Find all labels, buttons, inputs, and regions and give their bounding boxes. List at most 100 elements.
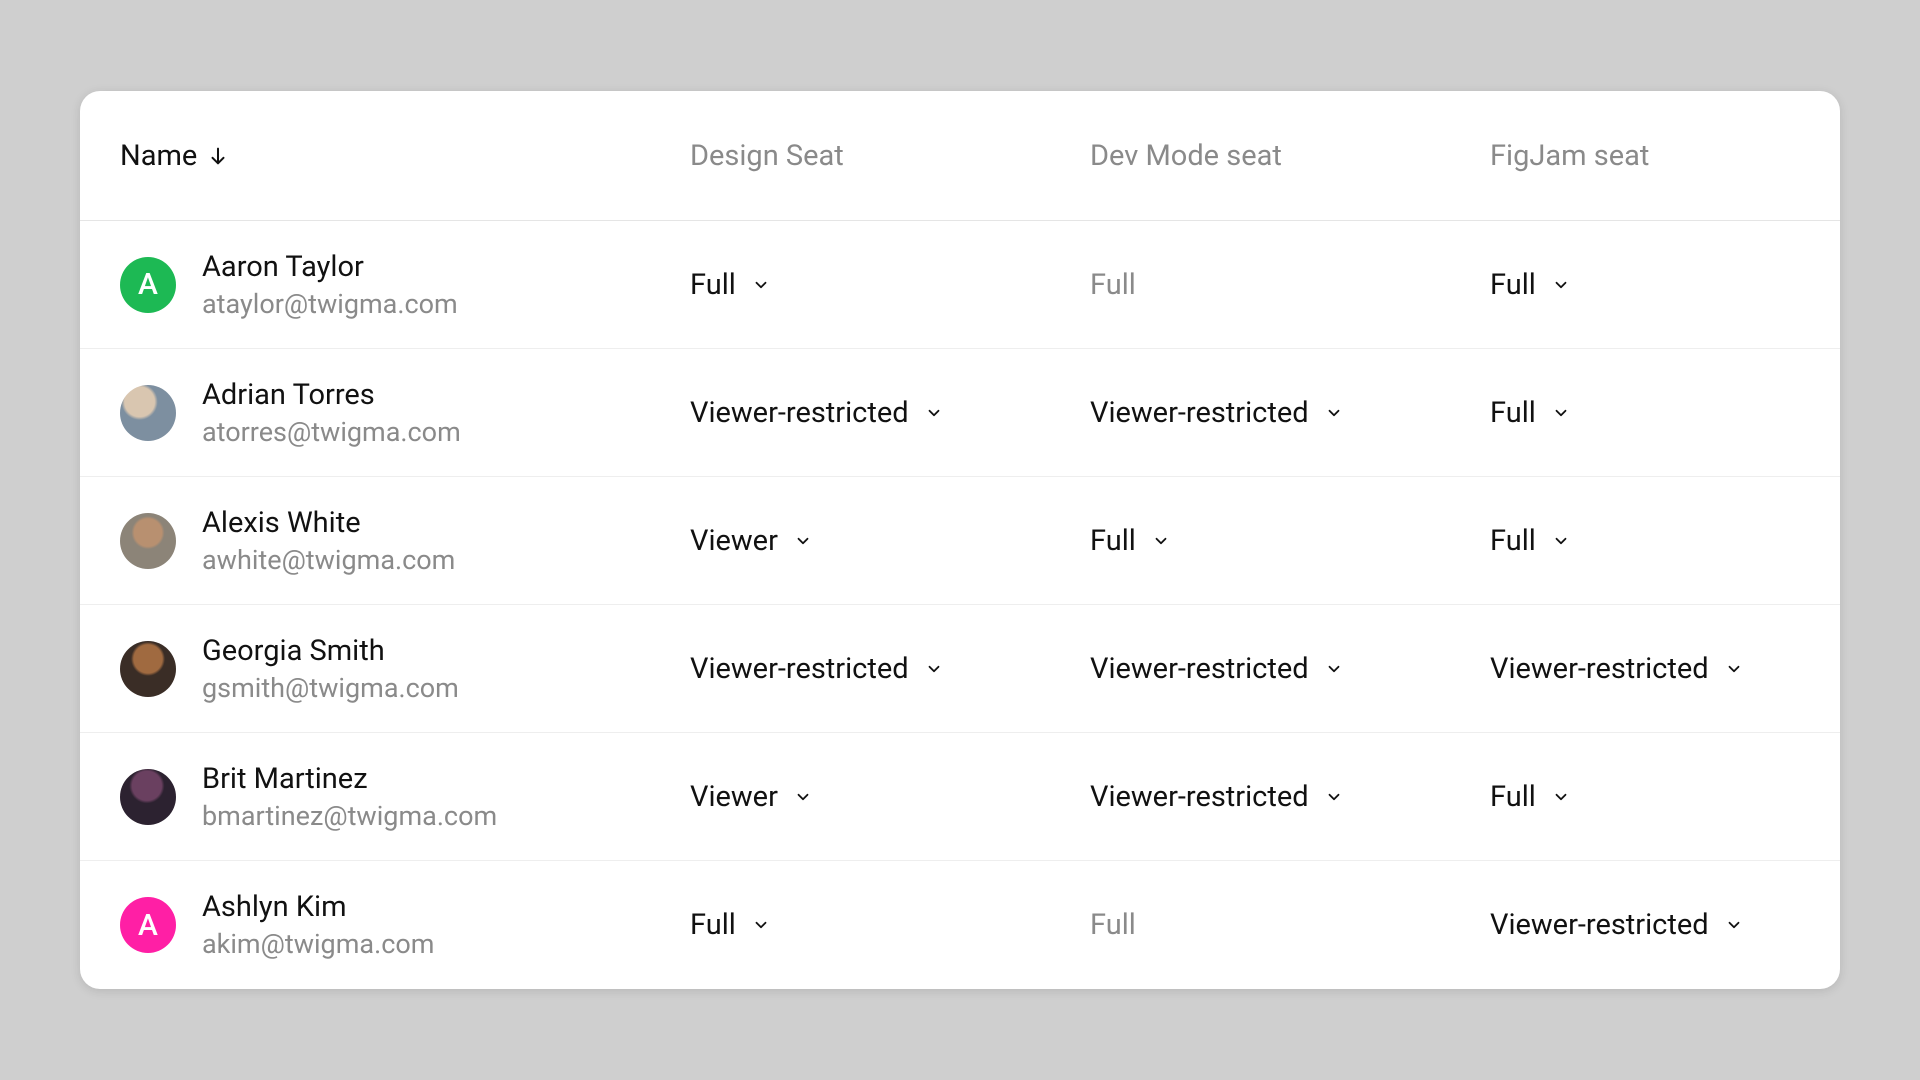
seat-select-dev-label: Full <box>1090 268 1136 302</box>
seat-select-figjam[interactable]: Full <box>1490 396 1800 430</box>
column-header-dev-label: Dev Mode seat <box>1090 139 1282 173</box>
chevron-down-icon <box>752 916 770 934</box>
column-header-name[interactable]: Name <box>120 139 690 173</box>
seat-select-design-label: Viewer-restricted <box>690 396 909 430</box>
seat-select-design-label: Viewer-restricted <box>690 652 909 686</box>
chevron-down-icon <box>794 532 812 550</box>
column-header-figjam[interactable]: FigJam seat <box>1490 139 1800 173</box>
seat-select-dev-label: Viewer-restricted <box>1090 396 1309 430</box>
members-table: Name Design Seat Dev Mode seat FigJam se… <box>80 91 1840 989</box>
table-row: Adrian Torres atorres@twigma.com Viewer-re… <box>80 349 1840 477</box>
seat-select-figjam[interactable]: Viewer-restricted <box>1490 652 1800 686</box>
table-header-row: Name Design Seat Dev Mode seat FigJam se… <box>80 91 1840 221</box>
table-row: A Ashlyn Kim akim@twigma.com Full Full Viewer… <box>80 861 1840 989</box>
user-cell[interactable]: Alexis White awhite@twigma.com <box>120 506 690 576</box>
chevron-down-icon <box>925 660 943 678</box>
user-text: Georgia Smith gsmith@twigma.com <box>202 634 459 704</box>
avatar <box>120 385 176 441</box>
table-row: Brit Martinez bmartinez@twigma.com Viewer V… <box>80 733 1840 861</box>
chevron-down-icon <box>1725 660 1743 678</box>
seat-select-figjam[interactable]: Viewer-restricted <box>1490 908 1800 942</box>
user-email: atorres@twigma.com <box>202 416 461 448</box>
user-email: awhite@twigma.com <box>202 544 455 576</box>
user-cell[interactable]: A Aaron Taylor ataylor@twigma.com <box>120 250 690 320</box>
chevron-down-icon <box>925 404 943 422</box>
chevron-down-icon <box>794 788 812 806</box>
seat-select-dev[interactable]: Viewer-restricted <box>1090 652 1490 686</box>
avatar: A <box>120 257 176 313</box>
user-name: Ashlyn Kim <box>202 890 434 924</box>
seat-select-figjam[interactable]: Full <box>1490 780 1800 814</box>
seat-select-design-label: Viewer <box>690 780 778 814</box>
seat-select-dev-label: Full <box>1090 908 1136 942</box>
seat-select-figjam-label: Full <box>1490 524 1536 558</box>
avatar-initial: A <box>138 908 158 943</box>
user-name: Brit Martinez <box>202 762 497 796</box>
sort-arrow-down-icon <box>207 145 229 167</box>
user-text: Ashlyn Kim akim@twigma.com <box>202 890 434 960</box>
column-header-design-label: Design Seat <box>690 139 844 173</box>
seat-select-design-label: Full <box>690 908 736 942</box>
avatar-initial: A <box>138 267 158 302</box>
chevron-down-icon <box>1552 788 1570 806</box>
chevron-down-icon <box>1325 660 1343 678</box>
avatar <box>120 769 176 825</box>
table-row: Georgia Smith gsmith@twigma.com Viewer-res… <box>80 605 1840 733</box>
seat-select-dev-label: Viewer-restricted <box>1090 652 1309 686</box>
chevron-down-icon <box>1152 532 1170 550</box>
user-cell[interactable]: Adrian Torres atorres@twigma.com <box>120 378 690 448</box>
column-header-figjam-label: FigJam seat <box>1490 139 1649 173</box>
seat-select-dev: Full <box>1090 268 1490 302</box>
seat-select-dev[interactable]: Viewer-restricted <box>1090 396 1490 430</box>
user-email: akim@twigma.com <box>202 928 434 960</box>
column-header-dev[interactable]: Dev Mode seat <box>1090 139 1490 173</box>
seat-select-design-label: Full <box>690 268 736 302</box>
seat-select-figjam-label: Viewer-restricted <box>1490 908 1709 942</box>
user-text: Aaron Taylor ataylor@twigma.com <box>202 250 458 320</box>
chevron-down-icon <box>1552 532 1570 550</box>
seat-select-dev-label: Full <box>1090 524 1136 558</box>
table-row: A Aaron Taylor ataylor@twigma.com Full Full F… <box>80 221 1840 349</box>
user-text: Alexis White awhite@twigma.com <box>202 506 455 576</box>
seat-select-design[interactable]: Full <box>690 268 1090 302</box>
user-cell[interactable]: Georgia Smith gsmith@twigma.com <box>120 634 690 704</box>
chevron-down-icon <box>752 276 770 294</box>
seat-select-design[interactable]: Viewer-restricted <box>690 652 1090 686</box>
seat-select-dev[interactable]: Full <box>1090 524 1490 558</box>
chevron-down-icon <box>1725 916 1743 934</box>
user-name: Aaron Taylor <box>202 250 458 284</box>
seat-select-dev-label: Viewer-restricted <box>1090 780 1309 814</box>
avatar <box>120 641 176 697</box>
user-cell[interactable]: Brit Martinez bmartinez@twigma.com <box>120 762 690 832</box>
chevron-down-icon <box>1552 276 1570 294</box>
seat-select-figjam[interactable]: Full <box>1490 268 1800 302</box>
seat-select-figjam-label: Full <box>1490 780 1536 814</box>
seat-select-figjam-label: Viewer-restricted <box>1490 652 1709 686</box>
seat-select-dev[interactable]: Viewer-restricted <box>1090 780 1490 814</box>
seat-select-design-label: Viewer <box>690 524 778 558</box>
seat-select-design[interactable]: Viewer <box>690 780 1090 814</box>
user-cell[interactable]: A Ashlyn Kim akim@twigma.com <box>120 890 690 960</box>
chevron-down-icon <box>1325 788 1343 806</box>
avatar: A <box>120 897 176 953</box>
user-name: Georgia Smith <box>202 634 459 668</box>
user-name: Adrian Torres <box>202 378 461 412</box>
user-email: bmartinez@twigma.com <box>202 800 497 832</box>
table-row: Alexis White awhite@twigma.com Viewer Full F… <box>80 477 1840 605</box>
chevron-down-icon <box>1325 404 1343 422</box>
seat-select-design[interactable]: Viewer <box>690 524 1090 558</box>
seat-select-design[interactable]: Viewer-restricted <box>690 396 1090 430</box>
seat-select-design[interactable]: Full <box>690 908 1090 942</box>
chevron-down-icon <box>1552 404 1570 422</box>
seat-select-figjam-label: Full <box>1490 268 1536 302</box>
column-header-design[interactable]: Design Seat <box>690 139 1090 173</box>
avatar <box>120 513 176 569</box>
user-email: ataylor@twigma.com <box>202 288 458 320</box>
user-email: gsmith@twigma.com <box>202 672 459 704</box>
seat-select-figjam[interactable]: Full <box>1490 524 1800 558</box>
seat-select-figjam-label: Full <box>1490 396 1536 430</box>
seat-select-dev: Full <box>1090 908 1490 942</box>
user-text: Adrian Torres atorres@twigma.com <box>202 378 461 448</box>
user-name: Alexis White <box>202 506 455 540</box>
column-header-name-label: Name <box>120 139 197 173</box>
